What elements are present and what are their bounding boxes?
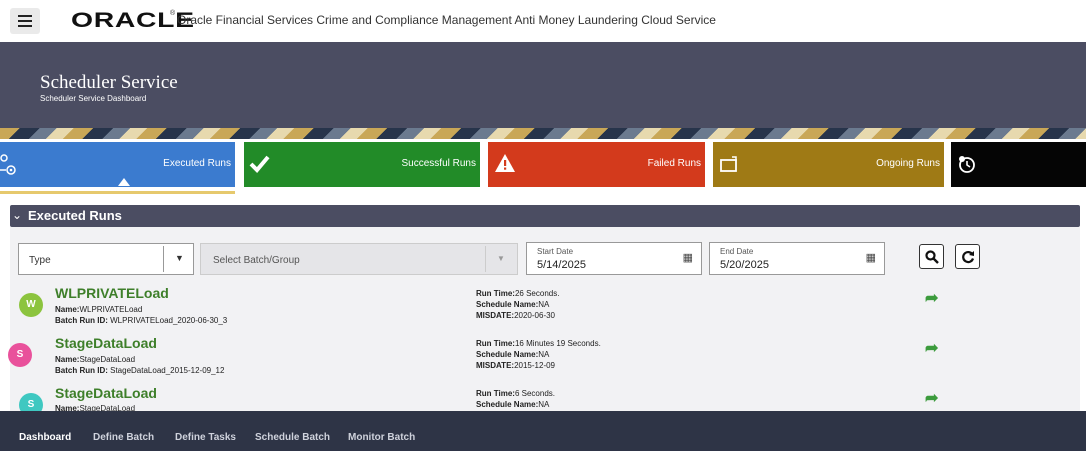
section-header-executed-runs[interactable]: ⌄ Executed Runs xyxy=(10,205,1080,227)
tab-define-tasks[interactable]: Define Tasks xyxy=(175,432,236,443)
tab-monitor-batch[interactable]: Monitor Batch xyxy=(348,432,415,443)
run-time: Run Time:6 Seconds. xyxy=(476,389,555,398)
registered-mark: ® xyxy=(170,10,176,17)
checkmark-icon xyxy=(249,155,270,173)
end-date-field[interactable]: End Date 5/20/2025 ▦ xyxy=(709,242,885,275)
tile-scheduled-runs[interactable] xyxy=(951,142,1086,187)
page-subtitle: Scheduler Service Dashboard xyxy=(40,94,147,103)
batch-select-placeholder: Select Batch/Group xyxy=(213,255,300,266)
reset-button[interactable] xyxy=(955,244,980,269)
tab-dashboard[interactable]: Dashboard xyxy=(19,432,71,443)
selected-tile-underline xyxy=(0,191,235,194)
gears-icon xyxy=(0,154,16,175)
run-batch-id: Batch Run ID: StageDataLoad_2015-12-09_1… xyxy=(55,366,225,375)
end-date-value[interactable]: 5/20/2025 xyxy=(720,259,769,271)
start-date-label: Start Date xyxy=(537,247,574,256)
tile-label: Successful Runs xyxy=(401,158,476,169)
search-icon xyxy=(924,250,939,264)
divider xyxy=(163,246,164,272)
tab-schedule-batch[interactable]: Schedule Batch xyxy=(255,432,330,443)
run-name-detail: Name:StageDataLoad xyxy=(55,355,136,364)
tile-label: Failed Runs xyxy=(647,158,701,169)
refresh-icon xyxy=(961,250,974,264)
section-title: Executed Runs xyxy=(28,208,122,223)
batch-group-select[interactable]: Select Batch/Group ▼ xyxy=(200,243,518,275)
calendar-icon[interactable]: ▦ xyxy=(683,251,693,264)
divider xyxy=(485,246,486,272)
tile-failed-runs[interactable]: Failed Runs xyxy=(488,142,705,187)
tile-label: Executed Runs xyxy=(163,158,231,169)
tab-define-batch[interactable]: Define Batch xyxy=(93,432,154,443)
run-time: Run Time:16 Minutes 19 Seconds. xyxy=(476,339,601,348)
tile-successful-runs[interactable]: Successful Runs xyxy=(244,142,480,187)
run-schedule-name: Schedule Name:NA xyxy=(476,400,550,409)
type-select[interactable]: Type ▼ xyxy=(18,243,194,275)
end-date-label: End Date xyxy=(720,247,754,256)
ongoing-icon xyxy=(720,156,737,172)
tile-label: Ongoing Runs xyxy=(876,158,940,169)
hamburger-menu-icon[interactable] xyxy=(10,8,40,34)
run-name-link[interactable]: StageDataLoad xyxy=(55,335,157,351)
avatar: S xyxy=(8,343,32,367)
share-arrow-icon[interactable]: ➦ xyxy=(925,388,938,408)
bottom-nav-bar xyxy=(0,411,1086,451)
share-arrow-icon[interactable]: ➦ xyxy=(925,288,938,308)
type-select-value: Type xyxy=(29,255,51,266)
start-date-value[interactable]: 5/14/2025 xyxy=(537,259,586,271)
decorative-pattern-strip xyxy=(0,128,1086,139)
warning-icon xyxy=(495,154,515,172)
run-misdate: MISDATE:2015-12-09 xyxy=(476,361,555,370)
scheduled-clock-icon xyxy=(959,156,975,173)
run-name-link[interactable]: StageDataLoad xyxy=(55,385,157,401)
start-date-field[interactable]: Start Date 5/14/2025 ▦ xyxy=(526,242,702,275)
run-misdate: MISDATE:2020-06-30 xyxy=(476,311,555,320)
tile-ongoing-runs[interactable]: Ongoing Runs xyxy=(713,142,944,187)
run-time: Run Time:26 Seconds. xyxy=(476,289,560,298)
run-batch-id: Batch Run ID: WLPRIVATELoad_2020-06-30_3 xyxy=(55,316,228,325)
chevron-down-icon[interactable]: ⌄ xyxy=(12,208,22,222)
run-schedule-name: Schedule Name:NA xyxy=(476,350,550,359)
avatar: W xyxy=(19,293,43,317)
run-name-detail: Name:WLPRIVATELoad xyxy=(55,305,143,314)
caret-down-icon[interactable]: ▼ xyxy=(497,254,505,263)
page-title: Scheduler Service xyxy=(40,72,178,93)
caret-down-icon[interactable]: ▼ xyxy=(175,253,184,263)
share-arrow-icon[interactable]: ➦ xyxy=(925,338,938,358)
run-name-link[interactable]: WLPRIVATELoad xyxy=(55,285,169,301)
selected-tile-caret xyxy=(118,178,130,186)
calendar-icon[interactable]: ▦ xyxy=(866,251,876,264)
search-button[interactable] xyxy=(919,244,944,269)
run-schedule-name: Schedule Name:NA xyxy=(476,300,550,309)
app-title: Oracle Financial Services Crime and Comp… xyxy=(177,13,716,27)
